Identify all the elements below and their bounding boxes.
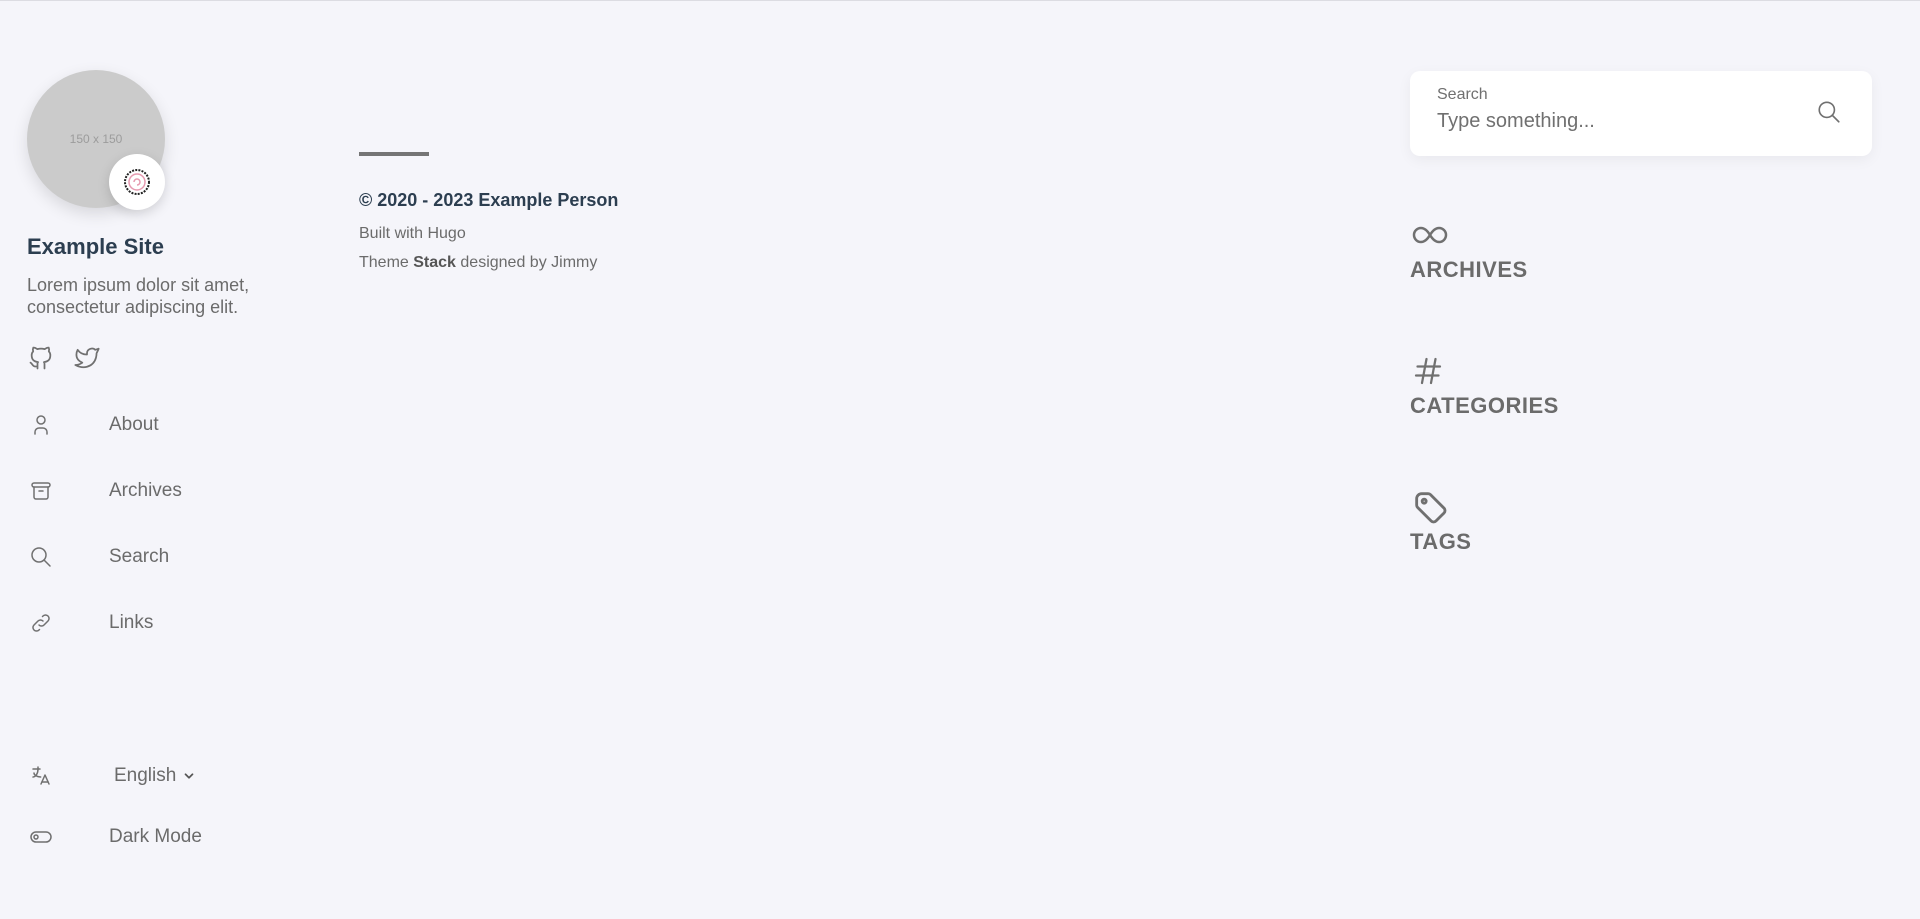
left-sidebar: 150 x 150 Example Site Lorem ipsum dolor… — [27, 70, 327, 656]
avatar-wrap: 150 x 150 — [27, 70, 165, 210]
social-links — [27, 344, 327, 372]
main-menu: About Archives Search Links — [27, 392, 327, 656]
widget-title-categories: CATEGORIES — [1410, 393, 1559, 418]
theme-prefix: Theme — [359, 254, 414, 271]
language-selector[interactable]: English — [27, 745, 327, 806]
narutomaki-icon — [124, 169, 150, 195]
widget-title-tags: TAGS — [1410, 529, 1472, 554]
widget-tags: TAGS — [1410, 485, 1872, 555]
menu-item-search[interactable]: Search — [27, 524, 327, 590]
language-selected: English — [114, 764, 177, 786]
avatar-placeholder-text: 150 x 150 — [69, 132, 123, 146]
theme-suffix: designed by Jimmy — [455, 254, 598, 271]
menu-item-about[interactable]: About — [27, 392, 327, 458]
toggle-icon — [27, 823, 55, 851]
search-icon — [27, 543, 55, 571]
menu-label-links: Links — [109, 612, 154, 633]
language-icon — [27, 762, 55, 790]
dark-mode-label: Dark Mode — [109, 825, 202, 847]
menu-label-archives: Archives — [109, 480, 182, 501]
search-icon — [1818, 101, 1840, 123]
twitter-icon[interactable] — [73, 344, 101, 372]
right-sidebar: Search ARCHIVES CATEGORIES TAG — [1410, 71, 1872, 555]
footer-divider — [359, 152, 429, 156]
widget-title-archives: ARCHIVES — [1410, 257, 1528, 282]
tag-icon — [1410, 485, 1454, 529]
menu-item-archives[interactable]: Archives — [27, 458, 327, 524]
copyright-text: © 2020 - 2023 Example Person — [359, 190, 619, 210]
emoji-badge — [109, 154, 165, 210]
built-with-link[interactable]: Built with Hugo — [359, 225, 466, 242]
theme-name-link[interactable]: Stack — [413, 254, 456, 271]
bottom-menu: English Dark Mode — [27, 745, 327, 867]
archive-icon — [27, 477, 55, 505]
widget-archives: ARCHIVES — [1410, 213, 1872, 283]
menu-item-links[interactable]: Links — [27, 590, 327, 656]
menu-label-about: About — [109, 414, 159, 435]
theme-credit: Theme Stack designed by Jimmy — [359, 248, 859, 277]
widget-categories: CATEGORIES — [1410, 349, 1872, 419]
search-input[interactable] — [1437, 110, 1797, 133]
search-label: Search — [1437, 86, 1488, 103]
infinity-icon — [1410, 213, 1454, 257]
user-icon — [27, 411, 55, 439]
search-submit-button[interactable] — [1816, 99, 1844, 127]
chevron-down-icon — [184, 772, 194, 779]
built-with: Built with Hugo — [359, 219, 859, 248]
github-icon[interactable] — [27, 344, 55, 372]
language-select[interactable]: English — [114, 765, 196, 787]
hash-icon — [1410, 349, 1454, 393]
dark-mode-toggle[interactable]: Dark Mode — [27, 806, 327, 867]
top-border — [0, 0, 1920, 1]
site-description: Lorem ipsum dolor sit amet, consectetur … — [27, 275, 250, 317]
site-name[interactable]: Example Site — [27, 234, 327, 260]
site-footer: © 2020 - 2023 Example Person Built with … — [359, 152, 859, 277]
link-icon — [27, 609, 55, 637]
search-form: Search — [1410, 71, 1872, 156]
menu-label-search: Search — [109, 546, 170, 567]
